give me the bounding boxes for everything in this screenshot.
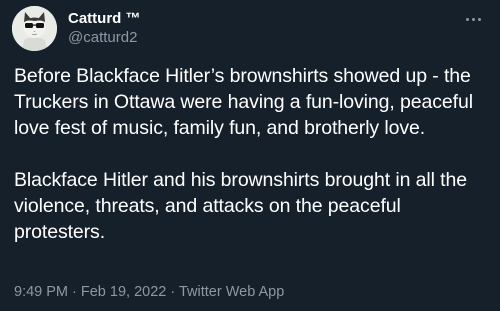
author-names: Catturd ™ @catturd2 <box>68 10 141 48</box>
tweet-date[interactable]: Feb 19, 2022 <box>81 284 166 300</box>
tweet-text: Before Blackface Hitler’s brownshirts sh… <box>14 63 488 245</box>
tweet-source[interactable]: Twitter Web App <box>179 284 284 300</box>
meta-separator: · <box>170 284 179 300</box>
tweet-card: Catturd ™ @catturd2 Before Blackface Hit… <box>0 0 500 311</box>
display-name[interactable]: Catturd ™ <box>68 10 141 28</box>
user-handle[interactable]: @catturd2 <box>68 28 141 48</box>
cat-avatar-icon <box>12 6 57 51</box>
tweet-header: Catturd ™ @catturd2 <box>12 6 488 52</box>
more-dots-icon <box>465 17 469 21</box>
more-dots-icon <box>471 17 475 21</box>
meta-separator: · <box>72 284 81 300</box>
more-options-button[interactable] <box>460 8 486 30</box>
tweet-paragraph-2: Blackface Hitler and his brownshirts bro… <box>14 169 467 243</box>
tweet-meta: 9:49 PM · Feb 19, 2022 · Twitter Web App <box>14 282 284 302</box>
more-dots-icon <box>477 17 481 21</box>
tweet-paragraph-1: Before Blackface Hitler’s brownshirts sh… <box>14 65 473 139</box>
avatar[interactable] <box>12 6 57 51</box>
tweet-time[interactable]: 9:49 PM <box>14 284 68 300</box>
